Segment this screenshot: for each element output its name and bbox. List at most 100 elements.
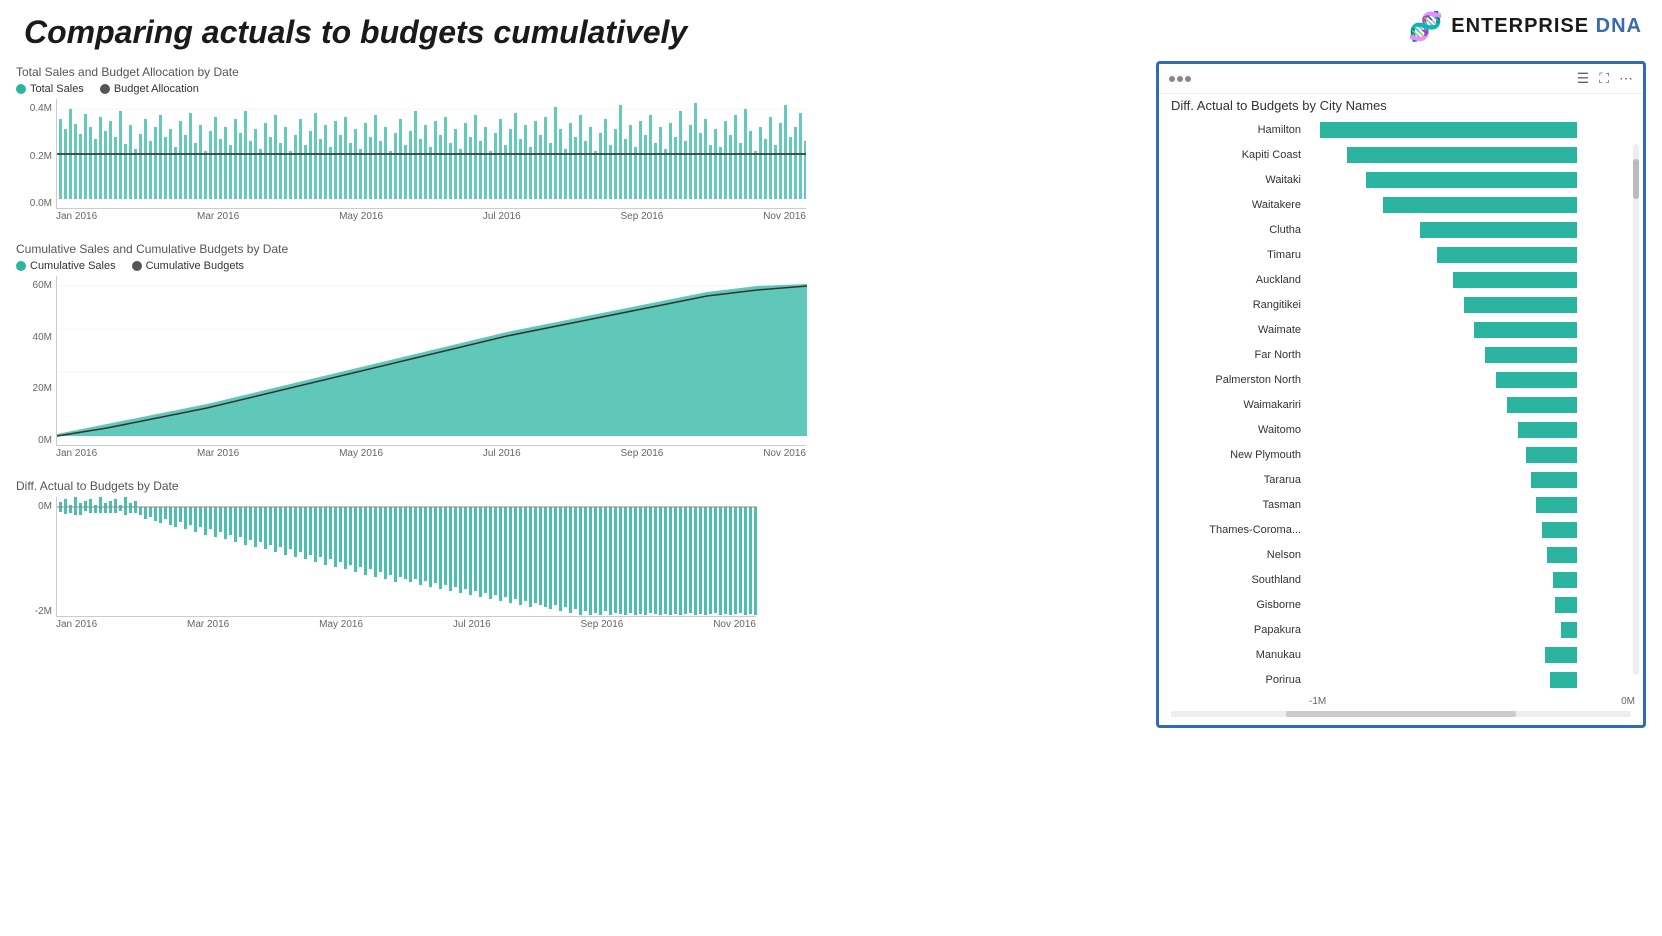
more-icon[interactable]: ⋯ [1619, 70, 1633, 87]
legend-label-budget: Budget Allocation [114, 83, 199, 95]
bar-track [1307, 122, 1577, 138]
bar-row: Waimate [1167, 319, 1635, 341]
diff-chart-y-labels: 0M -2M [16, 497, 52, 617]
legend-dot-cum-sales [16, 261, 26, 271]
bar-city-label: Thames-Coroma... [1167, 524, 1307, 536]
bar-fill [1531, 472, 1577, 488]
bar-row: Far North [1167, 344, 1635, 366]
bottom-scrollbar[interactable] [1171, 711, 1631, 717]
bar-track [1307, 197, 1577, 213]
bar-row: Nelson [1167, 544, 1635, 566]
x-label-neg1m: -1M [1309, 696, 1326, 707]
bar-fill [1366, 172, 1577, 188]
bar-track [1307, 297, 1577, 313]
diff-chart-section: Diff. Actual to Budgets by Date 0M -2M [16, 475, 1140, 634]
bar-row: Manukau [1167, 644, 1635, 666]
bar-fill [1518, 422, 1577, 438]
bar-row: New Plymouth [1167, 444, 1635, 466]
bar-city-label: Waitaki [1167, 174, 1307, 186]
logo-area: 🧬 ENTERPRISE DNA [1408, 10, 1642, 43]
bar-row: Gisborne [1167, 594, 1635, 616]
toolbar-icons: ☰ ⛶ ⋯ [1577, 70, 1633, 87]
bar-fill [1550, 672, 1577, 688]
bar-track [1307, 272, 1577, 288]
bar-track [1307, 172, 1577, 188]
bar-track [1307, 647, 1577, 663]
bar-city-label: Far North [1167, 349, 1307, 361]
legend-dot-cum-budgets [132, 261, 142, 271]
bar-city-label: Waimate [1167, 324, 1307, 336]
bar-fill [1542, 522, 1577, 538]
cum-chart-x-labels: Jan 2016 Mar 2016 May 2016 Jul 2016 Sep … [56, 448, 806, 459]
bar-city-label: Palmerston North [1167, 374, 1307, 386]
bar-city-label: Tasman [1167, 499, 1307, 511]
bar-row: Tararua [1167, 469, 1635, 491]
legend-label-cum-sales: Cumulative Sales [30, 260, 116, 272]
bar-track [1307, 222, 1577, 238]
bar-city-label: Porirua [1167, 674, 1307, 686]
left-panel: Total Sales and Budget Allocation by Dat… [16, 57, 1140, 728]
page-wrapper: Comparing actuals to budgets cumulativel… [0, 0, 1662, 728]
top-chart-y-wrapper: 0.4M 0.2M 0.0M [16, 99, 1140, 222]
bar-track [1307, 347, 1577, 363]
bar-row: Papakura [1167, 619, 1635, 641]
bar-row: Rangitikei [1167, 294, 1635, 316]
hamburger-icon[interactable]: ☰ [1577, 70, 1590, 87]
bar-city-label: Kapiti Coast [1167, 149, 1307, 161]
bar-city-label: Hamilton [1167, 124, 1307, 136]
bar-fill [1553, 572, 1577, 588]
top-chart-x-labels: Jan 2016 Mar 2016 May 2016 Jul 2016 Sep … [56, 211, 806, 222]
right-panel-bar-chart: HamiltonKapiti CoastWaitakiWaitakereClut… [1159, 115, 1643, 691]
bar-fill [1547, 547, 1577, 563]
bar-row: Porirua [1167, 669, 1635, 691]
legend-budget-allocation: Budget Allocation [100, 83, 199, 95]
bar-track [1307, 497, 1577, 513]
cum-chart-y-wrapper: 60M 40M 20M 0M [16, 276, 1140, 459]
bar-city-label: Tararua [1167, 474, 1307, 486]
bar-row: Tasman [1167, 494, 1635, 516]
panel-toolbar-left [1169, 76, 1191, 82]
toolbar-dot-3 [1185, 76, 1191, 82]
bar-row: Hamilton [1167, 119, 1635, 141]
bar-row: Waimakariri [1167, 394, 1635, 416]
bar-fill [1474, 322, 1577, 338]
bar-city-label: Waimakariri [1167, 399, 1307, 411]
page-title: Comparing actuals to budgets cumulativel… [24, 14, 687, 51]
panel-chart-title: Diff. Actual to Budgets by City Names [1159, 94, 1643, 115]
bar-track [1307, 322, 1577, 338]
bar-track [1307, 372, 1577, 388]
bottom-scrollbar-thumb [1286, 711, 1516, 717]
diff-chart-svg [57, 497, 757, 617]
bar-city-label: Rangitikei [1167, 299, 1307, 311]
bar-fill [1561, 622, 1577, 638]
expand-icon[interactable]: ⛶ [1599, 70, 1609, 87]
bar-track [1307, 572, 1577, 588]
bar-fill [1536, 497, 1577, 513]
bar-city-label: Papakura [1167, 624, 1307, 636]
bar-city-label: Timaru [1167, 249, 1307, 261]
main-content: Total Sales and Budget Allocation by Dat… [0, 57, 1662, 728]
bar-track [1307, 147, 1577, 163]
bar-city-label: New Plymouth [1167, 449, 1307, 461]
panel-toolbar: ☰ ⛶ ⋯ [1159, 64, 1643, 94]
bar-fill [1453, 272, 1577, 288]
bar-track [1307, 397, 1577, 413]
bar-fill [1485, 347, 1577, 363]
bar-row: Thames-Coroma... [1167, 519, 1635, 541]
top-chart-section: Total Sales and Budget Allocation by Dat… [16, 61, 1140, 226]
bar-track [1307, 547, 1577, 563]
bar-fill [1320, 122, 1577, 138]
bar-row: Waitakere [1167, 194, 1635, 216]
top-chart-svg [57, 99, 806, 209]
bar-city-label: Waitomo [1167, 424, 1307, 436]
bar-track [1307, 522, 1577, 538]
bar-row: Palmerston North [1167, 369, 1635, 391]
legend-label-total-sales: Total Sales [30, 83, 84, 95]
logo-text: ENTERPRISE DNA [1451, 15, 1642, 38]
bar-city-label: Waitakere [1167, 199, 1307, 211]
right-scrollbar-track[interactable] [1633, 144, 1639, 675]
logo-icon: 🧬 [1408, 10, 1443, 43]
bar-city-label: Gisborne [1167, 599, 1307, 611]
bar-track [1307, 597, 1577, 613]
legend-cumulative-sales: Cumulative Sales [16, 260, 116, 272]
